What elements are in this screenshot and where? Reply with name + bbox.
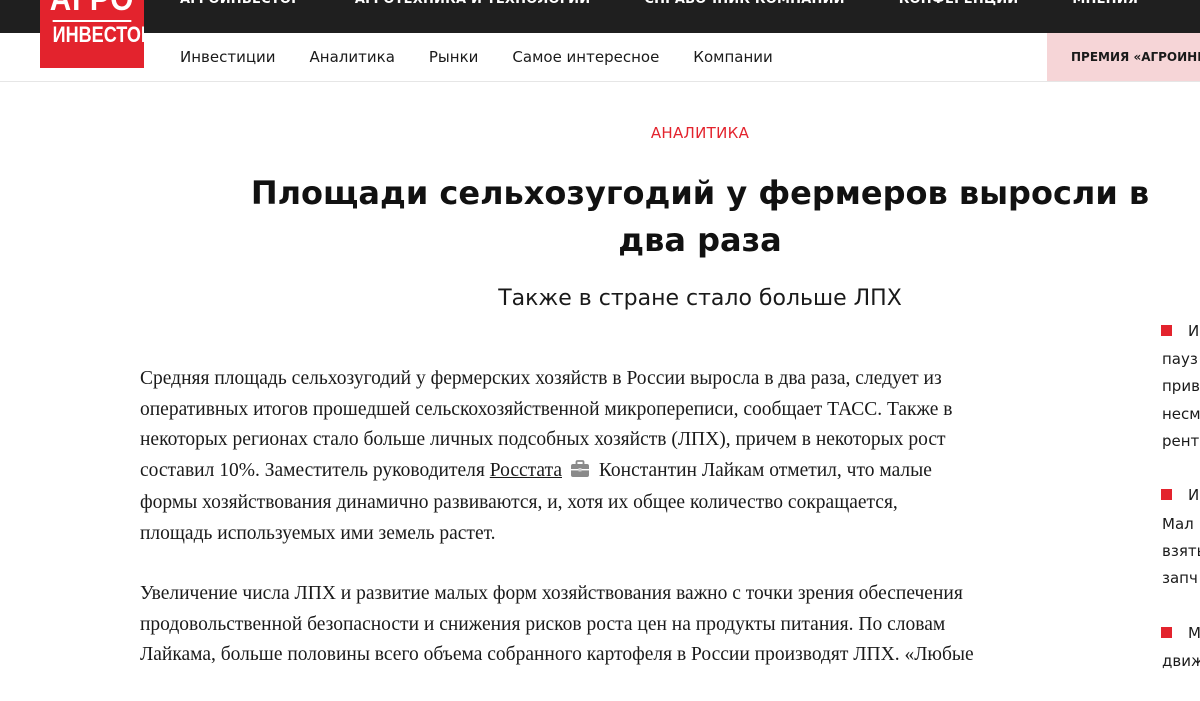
section-navigation: Инвестиции Аналитика Рынки Самое интерес… bbox=[0, 33, 1200, 82]
sidebar-item-text: рент bbox=[1162, 432, 1200, 450]
paragraph-line: некоторых регионах стало больше личных п… bbox=[140, 429, 946, 450]
top-nav-opinions[interactable]: МНЕНИЯ bbox=[1072, 0, 1138, 12]
paragraph-line: оперативных итогов прошедшей сельскохозя… bbox=[140, 398, 953, 420]
sidebar-item-text: движ bbox=[1162, 652, 1200, 670]
sidebar-news-item[interactable]: И bbox=[1158, 322, 1199, 340]
top-nav-agrotech[interactable]: АГРОТЕХНИКА И ТЕХНОЛОГИИ bbox=[355, 0, 590, 12]
article-paragraph: Средняя площадь сельхозугодий у фермерск… bbox=[140, 364, 1130, 549]
logo-line-1: АГРО bbox=[45, 0, 139, 15]
sidebar-item-text: несм bbox=[1162, 405, 1200, 423]
top-nav: АГРОИНВЕСТОР АГРОТЕХНИКА И ТЕХНОЛОГИИ СП… bbox=[180, 0, 1192, 12]
bullet-square-icon bbox=[1161, 325, 1172, 336]
top-navigation-bar: АГРОИНВЕСТОР АГРОТЕХНИКА И ТЕХНОЛОГИИ СП… bbox=[0, 0, 1200, 33]
sidebar-news-item[interactable]: И bbox=[1158, 486, 1199, 504]
paragraph-line: формы хозяйствования динамично развивают… bbox=[140, 492, 898, 513]
article-paragraph: Увеличение числа ЛПХ и развитие малых фо… bbox=[140, 579, 1130, 671]
article-subtitle: Также в стране стало больше ЛПХ bbox=[498, 286, 902, 311]
sidebar-item-text: запч bbox=[1162, 569, 1198, 587]
paragraph-line: составил 10%. Заместитель руководителя Р… bbox=[140, 456, 1130, 489]
paragraph-line: Средняя площадь сельхозугодий у фермерск… bbox=[140, 368, 942, 389]
sidebar-item-text: взять bbox=[1162, 542, 1200, 560]
bullet-square-icon bbox=[1161, 627, 1172, 638]
section-nav-most-interesting[interactable]: Самое интересное bbox=[512, 48, 659, 66]
paragraph-text: составил 10%. Заместитель руководителя bbox=[140, 459, 485, 481]
bullet-square-icon bbox=[1161, 489, 1172, 500]
top-nav-company-directory[interactable]: СПРАВОЧНИК КОМПАНИЙ bbox=[644, 0, 844, 12]
logo-line-2: ИНВЕСТОР bbox=[52, 20, 144, 47]
article-category[interactable]: АНАЛИТИКА bbox=[0, 124, 1200, 142]
article-body: Средняя площадь сельхозугодий у фермерск… bbox=[140, 364, 1130, 701]
article-title: Площади сельхозугодий у фермеров выросли… bbox=[250, 174, 1150, 259]
sidebar-item-text: Мал bbox=[1162, 515, 1194, 533]
paragraph-line: площадь используемых ими земель растет. bbox=[140, 522, 496, 544]
sidebar-item-head: И bbox=[1188, 322, 1200, 340]
sidebar-news-item[interactable]: М bbox=[1158, 624, 1200, 642]
rosstat-link[interactable]: Росстата bbox=[490, 460, 562, 481]
sidebar-news-list: И пауз прив несм рент И Мал взять запч М… bbox=[1158, 0, 1200, 675]
section-nav-analytics[interactable]: Аналитика bbox=[310, 48, 395, 66]
paragraph-text: Константин Лайкам отметил, что малые bbox=[598, 459, 932, 481]
section-nav-markets[interactable]: Рынки bbox=[429, 48, 479, 66]
top-nav-conferences[interactable]: КОНФЕРЕНЦИИ bbox=[899, 0, 1019, 12]
section-nav-companies[interactable]: Компании bbox=[693, 48, 772, 66]
paragraph-line: Увеличение числа ЛПХ и развитие малых фо… bbox=[140, 583, 963, 604]
site-logo[interactable]: АГРО ИНВЕСТОР bbox=[40, 0, 144, 68]
sidebar-item-text: прив bbox=[1162, 377, 1200, 395]
top-nav-agroinvestor[interactable]: АГРОИНВЕСТОР bbox=[180, 0, 301, 12]
sidebar-item-head: М bbox=[1188, 624, 1200, 642]
sidebar-item-head: И bbox=[1188, 486, 1200, 504]
briefcase-icon[interactable] bbox=[570, 458, 590, 489]
paragraph-line: Лайкама, больше половины всего объема со… bbox=[140, 644, 974, 665]
sidebar-item-text: пауз bbox=[1162, 350, 1198, 368]
paragraph-line: продовольственной безопасности и снижени… bbox=[140, 613, 946, 635]
section-nav-investments[interactable]: Инвестиции bbox=[180, 48, 276, 66]
